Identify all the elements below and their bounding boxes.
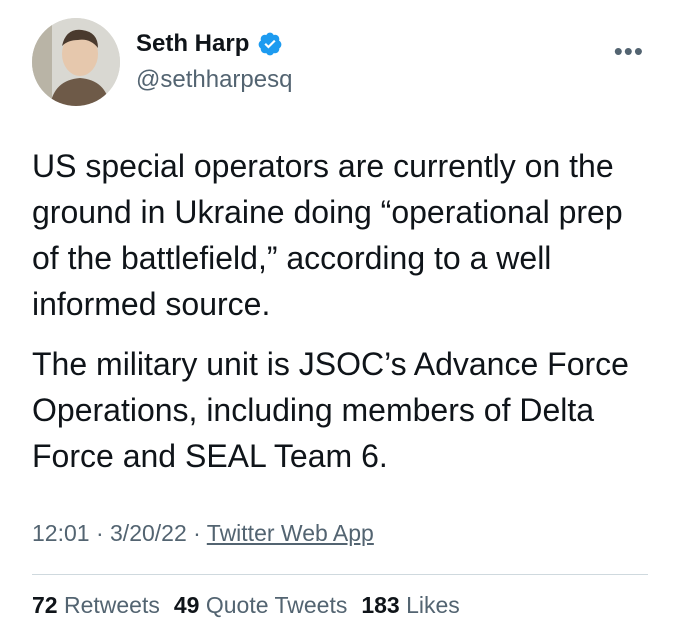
tweet-meta: 12:01 · 3/20/22 · Twitter Web App [32, 520, 374, 547]
quote-tweets-label: Quote Tweets [205, 592, 348, 618]
likes-count: 183 [361, 592, 400, 618]
retweets-count: 72 [32, 592, 58, 618]
avatar-photo [32, 18, 120, 106]
more-options-icon[interactable]: ••• [614, 36, 644, 67]
likes-label: Likes [406, 592, 460, 618]
tweet-paragraph: US special operators are currently on th… [32, 148, 623, 322]
tweet-paragraph: The military unit is JSOC’s Advance Forc… [32, 346, 629, 474]
tweet-stats: 72 Retweets 49 Quote Tweets 183 Likes [32, 592, 460, 619]
quote-tweets-count: 49 [173, 592, 200, 618]
divider [32, 574, 648, 575]
avatar[interactable] [32, 18, 120, 106]
retweets-stat[interactable]: 72 Retweets [32, 592, 160, 619]
tweet-source-link[interactable]: Twitter Web App [207, 520, 374, 546]
tweet-date[interactable]: 3/20/22 [110, 520, 187, 546]
author-handle[interactable]: @sethharpesq [136, 66, 292, 94]
likes-stat[interactable]: 183 Likes [361, 592, 459, 619]
tweet-time[interactable]: 12:01 [32, 520, 90, 546]
author-name-row: Seth Harp [136, 30, 283, 58]
meta-separator: · [186, 520, 207, 546]
quote-tweets-stat[interactable]: 49 Quote Tweets [174, 592, 347, 619]
author-name[interactable]: Seth Harp [136, 30, 249, 58]
tweet-text: US special operators are currently on th… [32, 143, 648, 493]
meta-separator: · [89, 520, 111, 546]
retweets-label: Retweets [63, 592, 160, 618]
verified-badge-icon [257, 31, 283, 57]
